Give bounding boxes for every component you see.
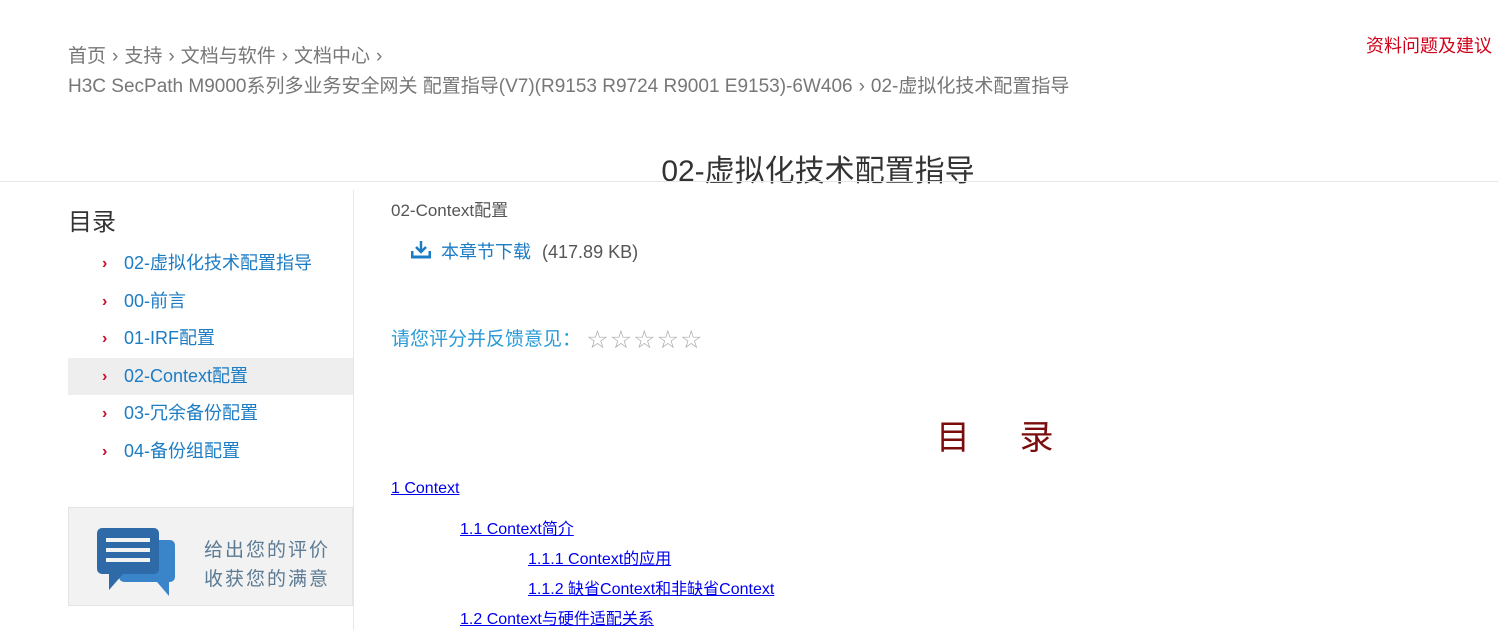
breadcrumb-separator: › — [376, 46, 383, 67]
toc-link[interactable]: 1.1 Context简介 — [460, 515, 574, 539]
toc-link[interactable]: 1.2 Context与硬件适配关系 — [460, 605, 654, 629]
chevron-right-icon: › — [102, 255, 108, 272]
sidebar-item[interactable]: › 03-冗余备份配置 — [68, 395, 353, 433]
breadcrumb-separator: › — [858, 76, 865, 97]
sidebar-item-label: 00-前言 — [124, 290, 187, 311]
star-icon[interactable]: ☆ — [633, 326, 655, 354]
sidebar: 目录 › 02-虚拟化技术配置指导 › 00-前言 › 01-IRF配置 › 02-Co… — [68, 190, 354, 630]
download-row: 本章节下载 (417.89 KB) — [410, 238, 639, 264]
rate-card[interactable]: 给出您的评价 收获您的满意 — [68, 507, 353, 606]
star-icon[interactable]: ☆ — [610, 326, 632, 354]
breadcrumb-docs-software[interactable]: 文档与软件 — [181, 46, 276, 67]
sidebar-item-label: 02-Context配置 — [124, 365, 249, 386]
feedback-link[interactable]: 资料问题及建议 — [1366, 32, 1498, 58]
chat-bubble-icon — [97, 528, 175, 596]
page-title: 02-虚拟化技术配置指导 — [661, 155, 975, 188]
toc-link[interactable]: 1.1.1 Context的应用 — [528, 545, 671, 569]
sidebar-toc: › 02-虚拟化技术配置指导 › 00-前言 › 01-IRF配置 › 02-Conte… — [68, 245, 353, 470]
download-size: (417.89 KB) — [542, 242, 639, 262]
rate-card-line1: 给出您的评价 — [204, 540, 331, 561]
sidebar-item-label: 03-冗余备份配置 — [124, 403, 259, 423]
sidebar-heading: 目录 — [68, 209, 116, 236]
breadcrumb-home[interactable]: 首页 — [68, 46, 106, 67]
breadcrumb: 首页 › 支持 › 文档与软件 › 文档中心 › H3C SecPath M9000系列多业务… — [68, 42, 1268, 102]
download-link[interactable]: 本章节下载 — [441, 242, 531, 262]
sidebar-item-active[interactable]: › 02-Context配置 — [68, 357, 353, 395]
toc-link[interactable]: 1.1.2 缺省Context和非缺省Context — [528, 575, 774, 599]
doc-toc-title: 目 录 — [936, 419, 1074, 457]
chevron-right-icon: › — [102, 330, 108, 347]
star-icon[interactable]: ☆ — [680, 326, 702, 354]
sidebar-item-label: 02-虚拟化技术配置指导 — [124, 253, 313, 273]
breadcrumb-doc[interactable]: H3C SecPath M9000系列多业务安全网关 配置指导(V7)(R915… — [68, 76, 853, 97]
breadcrumb-doc-center[interactable]: 文档中心 — [294, 46, 370, 67]
star-icon[interactable]: ☆ — [657, 326, 679, 354]
chevron-right-icon: › — [102, 367, 108, 385]
sidebar-item[interactable]: › 04-备份组配置 — [68, 433, 353, 471]
breadcrumb-separator: › — [168, 46, 175, 67]
breadcrumb-current: 02-虚拟化技术配置指导 — [870, 76, 1070, 97]
download-icon[interactable] — [410, 241, 432, 259]
breadcrumb-separator: › — [112, 46, 119, 67]
breadcrumb-separator: › — [281, 46, 289, 67]
sidebar-item[interactable]: › 02-虚拟化技术配置指导 — [68, 245, 353, 283]
sidebar-item-label: 01-IRF配置 — [124, 328, 216, 348]
chevron-right-icon: › — [102, 292, 108, 310]
chevron-right-icon: › — [102, 405, 108, 422]
rating-stars: ☆☆☆☆☆ — [586, 325, 703, 355]
rating-row: 请您评分并反馈意见： ☆☆☆☆☆ — [391, 324, 703, 355]
sidebar-item[interactable]: › 01-IRF配置 — [68, 320, 353, 358]
title-divider — [0, 181, 1498, 182]
section-name: 02-Context配置 — [391, 201, 509, 220]
sidebar-item[interactable]: › 00-前言 — [68, 283, 353, 321]
sidebar-item-label: 04-备份组配置 — [124, 440, 241, 461]
rate-card-line2: 收获您的满意 — [204, 569, 331, 590]
chevron-right-icon: › — [102, 442, 108, 460]
star-icon[interactable]: ☆ — [586, 326, 608, 354]
rating-label: 请您评分并反馈意见： — [391, 329, 582, 350]
breadcrumb-support[interactable]: 支持 — [124, 46, 162, 67]
toc-link[interactable]: 1 Context — [391, 480, 459, 498]
